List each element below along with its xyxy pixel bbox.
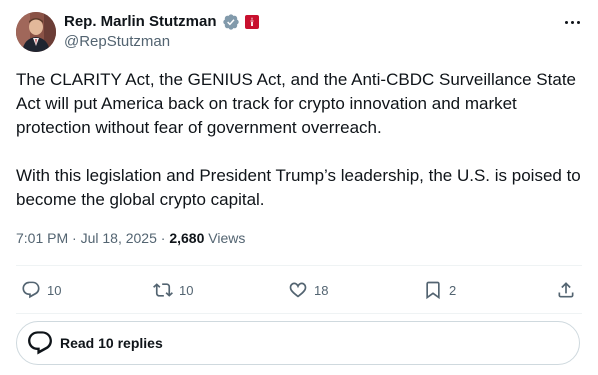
tweet-time[interactable]: 7:01 PM <box>16 230 68 246</box>
meta-separator: · <box>160 230 166 246</box>
bookmark-button[interactable]: 2 <box>423 278 456 302</box>
heart-icon <box>288 280 308 300</box>
reply-button[interactable]: 10 <box>21 278 61 302</box>
divider <box>16 265 582 266</box>
repost-button[interactable]: 10 <box>153 278 193 302</box>
tweet-date[interactable]: Jul 18, 2025 <box>81 230 157 246</box>
action-bar: 10 10 18 2 <box>16 267 582 313</box>
meta-separator: · <box>72 230 77 246</box>
handle[interactable]: @RepStutzman <box>64 33 170 51</box>
display-name[interactable]: Rep. Marlin Stutzman <box>64 13 217 31</box>
reply-icon <box>21 280 41 300</box>
share-button[interactable] <box>556 278 576 302</box>
government-affiliation-icon[interactable] <box>245 15 259 29</box>
tweet-text: The CLARITY Act, the GENIUS Act, and the… <box>16 68 586 212</box>
share-icon <box>556 280 576 300</box>
read-replies-button[interactable]: Read 10 replies <box>16 321 580 365</box>
views-count: 2,680 <box>169 230 205 246</box>
bookmark-count: 2 <box>449 282 457 298</box>
like-count: 18 <box>314 282 329 298</box>
repost-icon <box>153 280 173 300</box>
tweet-meta: 7:01 PM · Jul 18, 2025 · 2,680 Views <box>16 229 245 247</box>
views-label: Views <box>208 230 246 246</box>
tweet: Rep. Marlin Stutzman @RepStutzman The CL… <box>0 0 598 375</box>
avatar[interactable] <box>16 12 56 52</box>
speech-bubble-icon <box>26 329 54 357</box>
read-replies-label: Read 10 replies <box>60 335 163 351</box>
tweet-paragraph: The CLARITY Act, the GENIUS Act, and the… <box>16 70 576 137</box>
bookmark-icon <box>423 280 443 300</box>
reply-count: 10 <box>47 282 62 298</box>
repost-count: 10 <box>179 282 194 298</box>
divider <box>16 313 582 314</box>
more-options-icon[interactable] <box>560 12 584 32</box>
verified-badge-icon <box>222 13 240 31</box>
like-button[interactable]: 18 <box>288 278 328 302</box>
tweet-paragraph: With this legislation and President Trum… <box>16 166 581 209</box>
